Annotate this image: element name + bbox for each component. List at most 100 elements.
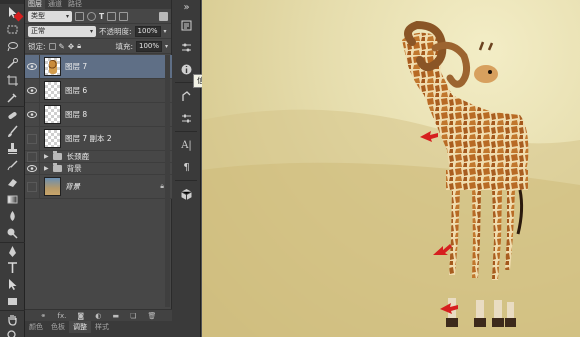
fill-label: 填充: <box>115 41 133 51</box>
folder-icon <box>52 163 62 172</box>
layer-thumbnail <box>44 177 61 196</box>
expand-triangle-icon[interactable]: ▶ <box>44 165 49 172</box>
clone-stamp-tool-icon[interactable] <box>0 140 25 157</box>
layers-panel: 图层 通道 路径 类型 ▾ T 正常 ▾ 不透明度: 100% ▾ 锁定: ✎ … <box>25 0 172 337</box>
path-select-tool-icon[interactable] <box>0 276 25 293</box>
filter-toggle-icon[interactable] <box>159 11 168 21</box>
brush-settings-icon[interactable] <box>172 107 201 129</box>
layer-row[interactable]: 图层 8 <box>25 103 172 127</box>
lock-position-icon[interactable]: ✥ <box>68 42 74 51</box>
blur-tool-icon[interactable] <box>0 208 25 225</box>
canvas-artwork <box>202 20 580 337</box>
tab-color[interactable]: 颜色 <box>25 321 47 333</box>
filter-row: 类型 ▾ T <box>25 9 171 24</box>
visibility-eye-icon[interactable] <box>25 103 40 126</box>
tab-layers[interactable]: 图层 <box>25 0 45 9</box>
zoom-tool-icon[interactable] <box>0 327 25 337</box>
lasso-tool-icon[interactable] <box>0 38 25 55</box>
quick-select-tool-icon[interactable] <box>0 55 25 72</box>
visibility-off-icon[interactable] <box>25 127 40 150</box>
dodge-tool-icon[interactable] <box>0 225 25 242</box>
layer-row[interactable]: 图层 6 <box>25 79 172 103</box>
fill-input[interactable]: 100% <box>135 40 162 52</box>
layer-row[interactable]: 图层 7 副本 2 <box>25 127 172 151</box>
layer-list: 图层 7 图层 6 图层 8 图层 7 副本 2 ▶ 长颈鹿 ▶ 背景 背景 🔒… <box>25 55 172 199</box>
lock-pixels-icon[interactable]: ✎ <box>59 42 65 51</box>
fill-dropdown-icon[interactable]: ▾ <box>165 43 168 50</box>
visibility-off-icon[interactable] <box>25 175 40 198</box>
shape-tool-icon[interactable] <box>0 293 25 310</box>
opacity-dropdown-icon[interactable]: ▾ <box>164 28 167 35</box>
tab-swatches[interactable]: 色板 <box>47 321 69 333</box>
visibility-eye-icon[interactable] <box>25 79 40 102</box>
filter-pixel-icon[interactable] <box>75 11 84 21</box>
gradient-tool-icon[interactable] <box>0 191 25 208</box>
eyedropper-tool-icon[interactable] <box>0 89 25 106</box>
3d-panel-icon[interactable] <box>172 183 201 205</box>
bottom-panel-tabs: 颜色 色板 调整 样式 <box>25 321 172 337</box>
chevron-down-icon: ▾ <box>89 27 93 35</box>
trash-icon[interactable]: 🗑︎ <box>148 312 157 320</box>
history-panel-icon[interactable] <box>172 14 201 36</box>
blend-mode-select[interactable]: 正常 ▾ <box>28 25 96 37</box>
hand-tool-icon[interactable] <box>0 310 25 327</box>
filter-shape-icon[interactable] <box>107 11 117 21</box>
crop-tool-icon[interactable] <box>0 72 25 89</box>
brush-tool-icon[interactable] <box>0 123 25 140</box>
dock-collapse-icon[interactable]: » <box>172 0 201 14</box>
layer-group-name: 长颈鹿 <box>66 152 90 161</box>
filter-kind-select[interactable]: 类型 ▾ <box>28 10 72 22</box>
layer-thumbnail <box>44 57 61 76</box>
folder-icon <box>52 151 62 160</box>
layer-thumbnail <box>44 129 61 148</box>
lock-row: 锁定: ✎ ✥ 🔒︎ 填充: 100% ▾ <box>25 39 171 54</box>
layers-scrollbar[interactable] <box>165 55 170 307</box>
paragraph-panel-icon[interactable]: ¶ <box>172 156 201 178</box>
adjustment-layer-icon[interactable]: ◐ <box>95 312 101 320</box>
layer-name: 背景 <box>65 182 80 191</box>
lock-icon: 🔒︎ <box>160 182 164 190</box>
history-brush-tool-icon[interactable] <box>0 157 25 174</box>
expand-triangle-icon[interactable]: ▶ <box>44 153 49 160</box>
filter-type-icon[interactable]: T <box>99 12 104 21</box>
document-canvas[interactable] <box>202 0 580 337</box>
blend-mode-value: 正常 <box>31 27 45 35</box>
layer-name: 图层 8 <box>65 110 88 119</box>
layer-row[interactable]: 背景 🔒︎ <box>25 175 172 199</box>
link-layers-icon[interactable]: ⚭ <box>41 312 47 320</box>
filter-adjustment-icon[interactable] <box>87 11 96 21</box>
type-tool-icon[interactable] <box>0 259 25 276</box>
opacity-input[interactable]: 100% <box>134 25 161 37</box>
collapsed-panel-dock: » A| ¶ <box>172 0 201 337</box>
marquee-tool-icon[interactable] <box>0 21 25 38</box>
tab-adjustments[interactable]: 调整 <box>69 321 91 333</box>
lock-transparent-icon[interactable] <box>48 42 56 50</box>
eraser-tool-icon[interactable] <box>0 174 25 191</box>
fx-button[interactable]: fx. <box>57 312 66 320</box>
visibility-eye-icon[interactable] <box>25 163 40 174</box>
visibility-off-icon[interactable] <box>25 151 40 162</box>
tool-presets-icon[interactable] <box>172 85 201 107</box>
healing-brush-tool-icon[interactable] <box>0 106 25 123</box>
opacity-label: 不透明度: <box>99 26 132 36</box>
new-layer-icon[interactable]: ❏ <box>130 312 136 320</box>
tab-channels[interactable]: 通道 <box>45 0 65 9</box>
layer-group-name: 背景 <box>66 164 82 173</box>
filter-kind-value: 类型 <box>31 12 45 20</box>
filter-smart-object-icon[interactable] <box>119 11 129 21</box>
tools-toolbar <box>0 0 25 337</box>
layer-name: 图层 7 副本 2 <box>65 134 112 143</box>
layer-group-row[interactable]: ▶ 背景 <box>25 163 172 175</box>
visibility-eye-icon[interactable] <box>25 55 40 78</box>
tab-styles[interactable]: 样式 <box>91 321 113 333</box>
layer-group-row[interactable]: ▶ 长颈鹿 <box>25 151 172 163</box>
character-panel-icon[interactable]: A| <box>172 134 201 156</box>
new-group-icon[interactable]: ▬ <box>112 312 119 320</box>
add-mask-icon[interactable]: ◙ <box>77 312 84 320</box>
panel-tabs: 图层 通道 路径 <box>25 0 171 9</box>
properties-panel-icon[interactable] <box>172 36 201 58</box>
tab-paths[interactable]: 路径 <box>65 0 85 9</box>
lock-all-icon[interactable]: 🔒︎ <box>77 41 81 51</box>
pen-tool-icon[interactable] <box>0 242 25 259</box>
layer-row[interactable]: 图层 7 <box>25 55 172 79</box>
